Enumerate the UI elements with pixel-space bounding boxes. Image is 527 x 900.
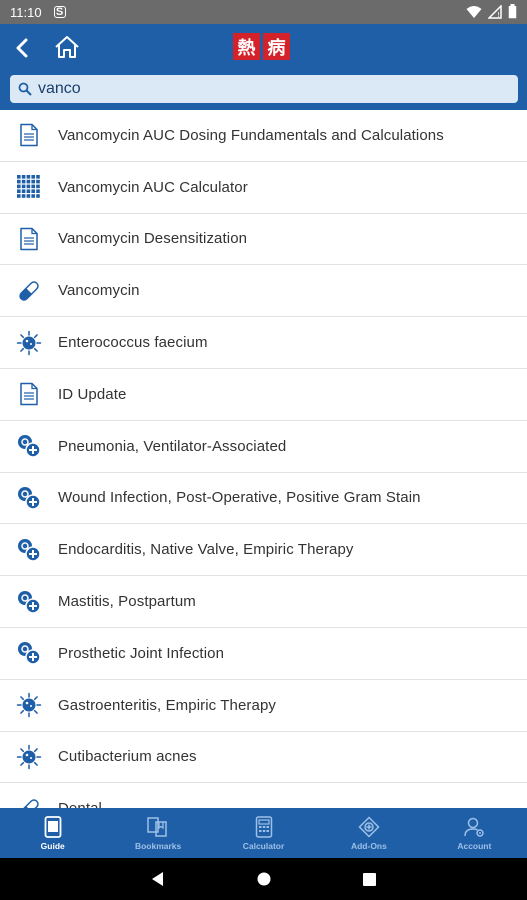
result-row[interactable]: Mastitis, Postpartum — [0, 576, 527, 628]
result-label: Cutibacterium acnes — [58, 748, 197, 766]
result-label: Vancomycin AUC Dosing Fundamentals and C… — [58, 126, 444, 144]
calculator-grid-icon — [0, 175, 58, 199]
result-label: Gastroenteritis, Empiric Therapy — [58, 696, 276, 714]
pathogen-icon — [0, 692, 58, 718]
syndrome-icon — [0, 589, 58, 615]
result-label: Endocarditis, Native Valve, Empiric Ther… — [58, 541, 354, 559]
logo-char-2: 病 — [263, 33, 290, 60]
app-logo: 熱 病 — [233, 33, 290, 60]
nav-account[interactable]: Account — [422, 808, 527, 858]
result-label: Vancomycin — [58, 282, 140, 300]
signal-icon: ! — [488, 4, 502, 19]
svg-text:!: ! — [497, 11, 500, 19]
result-row[interactable]: Vancomycin — [0, 265, 527, 318]
result-label: Vancomycin Desensitization — [58, 230, 248, 248]
result-label: Vancomycin AUC Calculator — [58, 178, 248, 196]
result-row[interactable]: Vancomycin AUC Calculator — [0, 162, 527, 214]
document-icon — [0, 382, 58, 406]
result-row[interactable]: Wound Infection, Post-Operative, Positiv… — [0, 473, 527, 525]
battery-icon — [508, 4, 517, 19]
wifi-icon — [466, 5, 482, 18]
back-button[interactable] — [8, 34, 36, 62]
bookmarks-icon — [147, 816, 167, 837]
result-row[interactable]: Dental... — [0, 783, 527, 808]
result-row[interactable]: Endocarditis, Native Valve, Empiric Ther… — [0, 524, 527, 577]
nav-bookmarks-label: Bookmarks — [134, 840, 182, 851]
logo-char-1: 熱 — [233, 33, 260, 60]
result-row[interactable]: ID Update — [0, 369, 527, 421]
drug-pill-icon — [0, 797, 58, 808]
system-nav-bar — [0, 858, 527, 900]
result-label: Dental... — [58, 800, 115, 808]
nav-addons[interactable]: Add-Ons — [316, 808, 421, 858]
result-row[interactable]: Cutibacterium acnes — [0, 732, 527, 784]
home-button[interactable] — [52, 32, 82, 62]
chevron-left-icon — [16, 38, 28, 58]
status-icons: ! — [466, 4, 517, 19]
result-label: Mastitis, Postpartum — [58, 593, 196, 611]
result-row[interactable]: Gastroenteritis, Empiric Therapy — [0, 680, 527, 732]
pathogen-icon — [0, 744, 58, 770]
drug-pill-icon — [0, 279, 58, 303]
recents-square-icon[interactable] — [363, 872, 376, 886]
nav-guide[interactable]: Guide — [0, 808, 105, 858]
document-icon — [0, 123, 58, 147]
pathogen-icon — [0, 330, 58, 356]
result-row[interactable]: Prosthetic Joint Infection — [0, 628, 527, 680]
result-label: ID Update — [58, 385, 127, 403]
result-row[interactable]: Vancomycin Desensitization — [0, 214, 527, 266]
bottom-nav: Guide Bookmarks Calculator Add-Ons Accou… — [0, 808, 527, 858]
nav-calculator[interactable]: Calculator — [211, 808, 316, 858]
home-icon — [55, 36, 79, 58]
home-circle-icon[interactable] — [257, 872, 271, 886]
result-row[interactable]: Vancomycin AUC Dosing Fundamentals and C… — [0, 110, 527, 162]
guide-icon — [44, 815, 62, 838]
nav-bookmarks[interactable]: Bookmarks — [105, 808, 210, 858]
calculator-icon — [255, 815, 272, 838]
app-header: 熱 病 — [0, 24, 527, 110]
search-icon — [18, 82, 32, 96]
nav-addons-label: Add-Ons — [350, 840, 387, 851]
back-triangle-icon[interactable] — [151, 871, 165, 887]
nav-guide-label: Guide — [40, 840, 65, 851]
addons-icon — [358, 815, 380, 838]
account-icon — [464, 817, 485, 837]
syndrome-icon — [0, 485, 58, 511]
result-label: Wound Infection, Post-Operative, Positiv… — [58, 489, 421, 507]
result-label: Pneumonia, Ventilator-Associated — [58, 437, 287, 455]
result-row[interactable]: Pneumonia, Ventilator-Associated — [0, 421, 527, 473]
document-icon — [0, 227, 58, 251]
syndrome-icon — [0, 537, 58, 563]
nav-calculator-label: Calculator — [242, 840, 285, 851]
results-list: Vancomycin AUC Dosing Fundamentals and C… — [0, 110, 527, 808]
search-bar[interactable] — [10, 75, 518, 103]
sim-icon: S — [53, 6, 66, 18]
result-row[interactable]: Enterococcus faecium — [0, 317, 527, 369]
status-time: 11:10 — [10, 4, 42, 20]
result-label: Prosthetic Joint Infection — [58, 644, 225, 662]
search-input[interactable] — [38, 76, 498, 102]
syndrome-icon — [0, 640, 58, 666]
status-bar: 11:10 S ! — [0, 0, 527, 24]
result-label: Enterococcus faecium — [58, 334, 208, 352]
syndrome-icon — [0, 433, 58, 459]
nav-account-label: Account — [457, 840, 492, 851]
